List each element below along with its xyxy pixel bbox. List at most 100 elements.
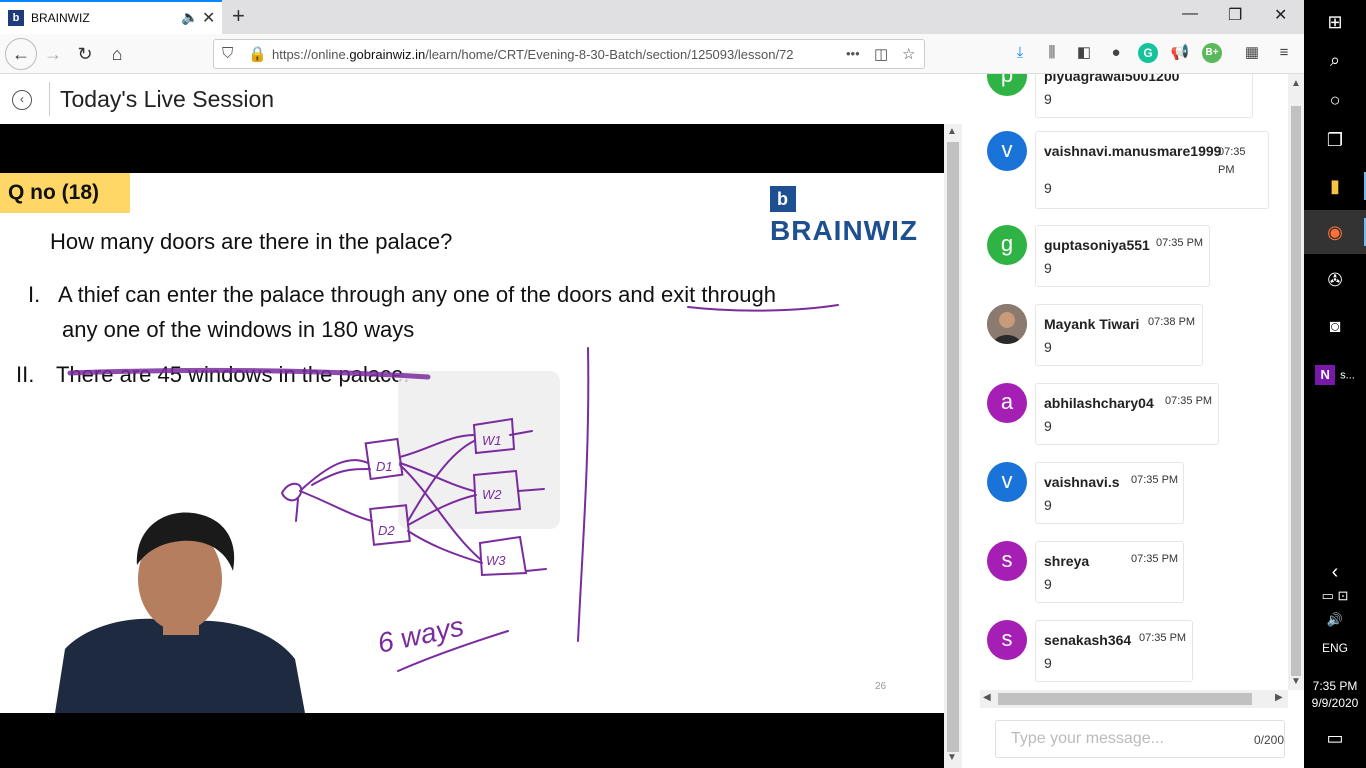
megaphone-icon[interactable]: 📢 <box>1170 43 1190 63</box>
label-d2: D2 <box>378 523 395 538</box>
task-view-icon[interactable]: ❐ <box>1304 118 1366 162</box>
message-username: piyuagrawal5001200 <box>1044 74 1180 84</box>
message-text: 9 <box>1044 655 1052 671</box>
chat-vertical-scrollbar[interactable]: ▲ ▼ <box>1288 74 1304 690</box>
file-explorer-icon[interactable]: ▮ <box>1304 164 1366 208</box>
recorder-icon[interactable]: ✇ <box>1304 258 1366 302</box>
avatar: v <box>987 131 1027 171</box>
grammarly-icon[interactable]: G <box>1138 43 1158 63</box>
speaker-icon[interactable]: 🔈 <box>181 9 198 26</box>
scroll-up-icon[interactable]: ▲ <box>947 126 957 137</box>
message-time: 07:35 PM <box>1165 395 1213 407</box>
message-compose-box: 0/200 <box>995 720 1285 758</box>
chat-message: s shreya 07:35 PM 9 <box>962 541 1288 621</box>
home-icon[interactable]: ⌂ <box>103 40 131 68</box>
avatar: s <box>987 541 1027 581</box>
scroll-down-icon[interactable]: ▼ <box>947 752 957 763</box>
page-vertical-scrollbar[interactable]: ▲ ▼ <box>944 124 962 768</box>
cortana-icon[interactable]: ○ <box>1304 78 1366 122</box>
message-bubble: vaishnavi.manusmare1999 07:35 PM 9 <box>1035 131 1269 209</box>
label-w1: W1 <box>482 433 502 448</box>
page-actions-icon[interactable]: ••• <box>846 46 860 61</box>
reload-icon[interactable]: ↻ <box>71 40 99 68</box>
user-photo-icon <box>987 304 1027 344</box>
chat-hscroll-thumb[interactable] <box>998 693 1252 705</box>
menu-icon[interactable]: ≡ <box>1274 43 1294 63</box>
path-thief-d1b <box>311 468 371 486</box>
bookmark-star-icon[interactable]: ☆ <box>902 45 915 63</box>
extensions-icon[interactable]: ▦ <box>1242 43 1262 63</box>
message-input[interactable] <box>1011 730 1241 748</box>
library-icon[interactable]: ⫼ <box>1042 43 1062 63</box>
page-scrollbar-thumb[interactable] <box>947 142 959 752</box>
message-text: 9 <box>1044 91 1052 107</box>
url-path: /learn/home/CRT/Evening-8-30-Batch/secti… <box>425 47 794 62</box>
onenote-taskbar-item[interactable]: N s... <box>1304 352 1366 396</box>
chat-horizontal-scrollbar[interactable]: ◀ ▶ <box>980 690 1288 708</box>
message-username: shreya <box>1044 553 1090 569</box>
minimize-icon[interactable]: — <box>1182 5 1198 23</box>
message-text: 9 <box>1044 497 1052 513</box>
message-bubble: shreya 07:35 PM 9 <box>1035 541 1184 603</box>
navigation-toolbar: ← → ↻ ⌂ ⛉ 🔒 https://online.gobrainwiz.in… <box>0 34 1304 74</box>
message-time: 07:35 PM <box>1218 146 1246 176</box>
chat-panel: p piyuagrawal5001200 9 v vaishnavi.manus… <box>962 74 1304 768</box>
label-w2: W2 <box>482 487 502 502</box>
url-text[interactable]: https://online.gobrainwiz.in/learn/home/… <box>272 47 832 62</box>
input-language[interactable]: ENG <box>1304 641 1366 655</box>
avatar: a <box>987 383 1027 423</box>
chat-message: v vaishnavi.s 07:35 PM 9 <box>962 462 1288 542</box>
account-icon[interactable]: ● <box>1106 43 1126 63</box>
folder-icon: ▮ <box>1330 176 1340 196</box>
restore-icon[interactable]: ❐ <box>1228 5 1242 25</box>
path-d2-w2 <box>407 494 477 526</box>
message-time: 07:35 PM <box>1156 237 1204 249</box>
lecture-slide: Q no (18) bBRAINWIZ How many doors are t… <box>0 173 944 713</box>
system-clock[interactable]: 7:35 PM 9/9/2020 <box>1304 678 1366 712</box>
url-bar[interactable]: ⛉ 🔒 https://online.gobrainwiz.in/learn/h… <box>213 39 925 69</box>
chat-scroll-down-icon[interactable]: ▼ <box>1291 676 1301 687</box>
camera-icon[interactable]: ◙ <box>1304 304 1366 348</box>
close-tab-icon[interactable]: ✕ <box>202 8 215 28</box>
avatar: p <box>987 74 1027 96</box>
new-tab-icon[interactable]: + <box>232 3 245 29</box>
live-video-player[interactable]: Q no (18) bBRAINWIZ How many doors are t… <box>0 124 944 768</box>
message-username: abhilashchary04 <box>1044 395 1154 411</box>
notifications-icon[interactable]: ▭ <box>1304 716 1366 760</box>
search-icon[interactable]: ⌕ <box>1304 38 1366 82</box>
message-username: guptasoniya551 <box>1044 237 1150 253</box>
avatar: s <box>987 620 1027 660</box>
brainwiz-favicon-icon: b <box>8 10 24 26</box>
lock-icon[interactable]: 🔒 <box>248 45 267 63</box>
message-bubble: vaishnavi.s 07:35 PM 9 <box>1035 462 1184 524</box>
volume-icon[interactable]: 🔊 <box>1304 598 1366 642</box>
tab-strip: b BRAINWIZ 🔈 ✕ + — ❐ ✕ <box>0 0 1304 34</box>
page-title: Today's Live Session <box>60 86 275 112</box>
message-username: senakash364 <box>1044 632 1132 648</box>
firefox-icon: ◉ <box>1327 222 1343 242</box>
tab-brainwiz[interactable]: b BRAINWIZ 🔈 ✕ <box>0 0 222 34</box>
close-window-icon[interactable]: ✕ <box>1274 5 1287 25</box>
chat-message: g guptasoniya551 07:35 PM 9 <box>962 225 1288 305</box>
vertical-divider-line <box>577 347 590 642</box>
clock-date: 9/9/2020 <box>1311 696 1359 710</box>
chat-scrollbar-thumb[interactable] <box>1291 106 1301 676</box>
avatar: g <box>987 225 1027 265</box>
forward-icon[interactable]: → <box>39 40 67 68</box>
extension-badge-icon[interactable]: B+ <box>1202 43 1222 63</box>
chat-scroll-up-icon[interactable]: ▲ <box>1291 78 1301 89</box>
chat-scroll-right-icon[interactable]: ▶ <box>1275 692 1283 703</box>
path-d2-w3 <box>407 530 483 564</box>
chat-scroll-left-icon[interactable]: ◀ <box>983 692 991 703</box>
pocket-icon[interactable]: ◫ <box>874 45 888 63</box>
thief-head <box>281 482 303 502</box>
shield-icon[interactable]: ⛉ <box>222 45 233 62</box>
download-icon[interactable]: ⤓ <box>1010 43 1030 63</box>
underline-exit-through <box>687 304 839 312</box>
back-icon[interactable]: ← <box>5 38 37 70</box>
firefox-taskbar-icon[interactable]: ◉ <box>1304 210 1366 254</box>
sidebar-icon[interactable]: ◧ <box>1074 43 1094 63</box>
chat-message-list[interactable]: p piyuagrawal5001200 9 v vaishnavi.manus… <box>962 74 1288 690</box>
windows-taskbar: ⊞ ⌕ ○ ❐ ▮ ◉ ✇ ◙ N s... ‹ ▭ ⊡ 🔊 ENG 7:35 … <box>1304 0 1366 768</box>
back-circle-icon[interactable]: ‹ <box>12 90 32 110</box>
